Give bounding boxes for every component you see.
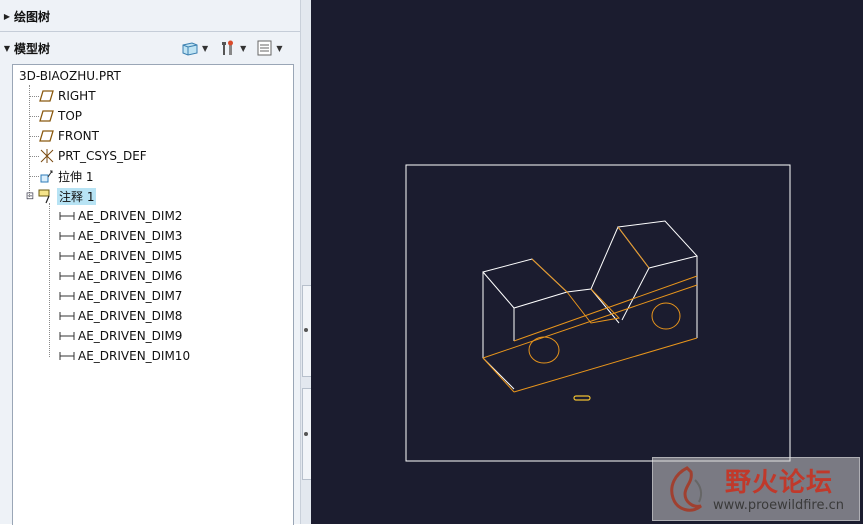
flame-logo-icon xyxy=(670,466,703,512)
tree-connector xyxy=(29,136,39,137)
tree-item-label: AE_DRIVEN_DIM10 xyxy=(78,349,191,363)
tree-item-label: AE_DRIVEN_DIM2 xyxy=(78,209,183,223)
tree-item-label: 拉伸 1 xyxy=(58,169,94,184)
tree-item-annotation[interactable]: ⊟ 注释 1 xyxy=(25,187,97,205)
settings-menu-button[interactable]: ▼ xyxy=(216,38,248,58)
drawing-tree-header[interactable]: ▶ 绘图树 xyxy=(0,5,300,32)
tree-columns-button[interactable]: ▼ xyxy=(254,38,284,58)
dimension-icon xyxy=(59,288,75,304)
watermark-title: 野火论坛 xyxy=(725,468,834,498)
tree-item-label: AE_DRIVEN_DIM6 xyxy=(78,269,183,283)
tree-item-dimension[interactable]: AE_DRIVEN_DIM3 xyxy=(59,227,182,245)
tree-connector xyxy=(29,85,30,197)
settings-tools-icon xyxy=(222,40,234,55)
collapse-minus-icon[interactable]: ⊟ xyxy=(25,188,35,204)
dimension-icon xyxy=(59,208,75,224)
model-tree: 3D-BIAOZHU.PRT RIGHT TOP FRONT PRT_CSYS_… xyxy=(12,64,294,525)
tree-item-label: AE_DRIVEN_DIM8 xyxy=(78,309,183,323)
dimension-icon xyxy=(59,328,75,344)
tree-item-csys[interactable]: PRT_CSYS_DEF xyxy=(39,147,147,165)
annotation-marker[interactable] xyxy=(573,395,591,401)
tree-item-dimension[interactable]: AE_DRIVEN_DIM7 xyxy=(59,287,182,305)
grip-dot-icon xyxy=(304,432,308,436)
tree-item-label: PRT_CSYS_DEF xyxy=(58,149,147,163)
model-tree-toolbar: ▼ ▼ ▼ xyxy=(178,38,284,58)
expand-right-icon[interactable]: ▶ xyxy=(0,12,14,21)
tree-root-item[interactable]: 3D-BIAOZHU.PRT xyxy=(19,67,121,85)
model-tree-panel: ▶ 绘图树 ▼ 模型树 ▼ ▼ ▼ 3D-BIAOZHU.PRT RIGHT T… xyxy=(0,0,300,525)
tree-item-label: AE_DRIVEN_DIM9 xyxy=(78,329,183,343)
datum-plane-icon xyxy=(39,128,55,144)
chevron-down-icon: ▼ xyxy=(240,43,247,53)
tree-item-label: AE_DRIVEN_DIM7 xyxy=(78,289,183,303)
tree-item-extrude[interactable]: 拉伸 1 xyxy=(39,167,93,185)
model-white-edges xyxy=(482,220,698,390)
tree-item-label: AE_DRIVEN_DIM5 xyxy=(78,249,183,263)
tree-item-label: AE_DRIVEN_DIM3 xyxy=(78,229,183,243)
tree-item-dimension[interactable]: AE_DRIVEN_DIM10 xyxy=(59,347,190,365)
tree-item-label: RIGHT xyxy=(58,89,96,103)
model-viewport[interactable] xyxy=(311,0,863,524)
tree-item-label: FRONT xyxy=(58,129,99,143)
tree-connector xyxy=(29,156,39,157)
tree-connector xyxy=(29,116,39,117)
model-highlight-edges xyxy=(482,226,698,393)
dimension-icon xyxy=(59,228,75,244)
tree-item-front[interactable]: FRONT xyxy=(39,127,99,145)
show-menu-button[interactable]: ▼ xyxy=(178,38,210,58)
tree-item-dimension[interactable]: AE_DRIVEN_DIM8 xyxy=(59,307,182,325)
forum-watermark: 野火论坛 www.proewildfire.cn xyxy=(652,457,860,521)
expand-down-icon[interactable]: ▼ xyxy=(0,44,14,53)
grip-dot-icon xyxy=(304,328,308,332)
dimension-icon xyxy=(59,268,75,284)
tree-item-dimension[interactable]: AE_DRIVEN_DIM9 xyxy=(59,327,182,345)
csys-icon xyxy=(39,148,55,164)
annotation-icon xyxy=(38,188,54,204)
view-frame xyxy=(405,164,791,462)
datum-plane-icon xyxy=(39,108,55,124)
graphics-window[interactable] xyxy=(311,0,863,524)
chevron-down-icon: ▼ xyxy=(202,43,209,53)
dimension-icon xyxy=(59,248,75,264)
tree-list-icon xyxy=(257,40,272,56)
tree-item-dimension[interactable]: AE_DRIVEN_DIM6 xyxy=(59,267,182,285)
tree-item-label-selected: 注释 1 xyxy=(57,187,97,205)
tree-connector xyxy=(29,176,39,177)
tree-item-top[interactable]: TOP xyxy=(39,107,82,125)
tree-item-dimension[interactable]: AE_DRIVEN_DIM5 xyxy=(59,247,182,265)
extrude-icon xyxy=(39,168,55,184)
tree-item-dimension[interactable]: AE_DRIVEN_DIM2 xyxy=(59,207,182,225)
drawing-tree-label: 绘图树 xyxy=(14,9,51,24)
tree-item-label: TOP xyxy=(58,109,83,123)
dimension-icon xyxy=(59,308,75,324)
chevron-down-icon: ▼ xyxy=(276,43,283,53)
tree-item-right[interactable]: RIGHT xyxy=(39,87,96,105)
tree-connector xyxy=(49,203,50,357)
tree-root-label: 3D-BIAOZHU.PRT xyxy=(19,69,121,83)
tree-connector xyxy=(29,96,39,97)
dimension-icon xyxy=(59,348,75,364)
watermark-url: www.proewildfire.cn xyxy=(713,498,844,513)
model-tree-label: 模型树 xyxy=(14,41,51,56)
datum-plane-icon xyxy=(39,88,55,104)
show-cube-icon xyxy=(182,42,198,56)
